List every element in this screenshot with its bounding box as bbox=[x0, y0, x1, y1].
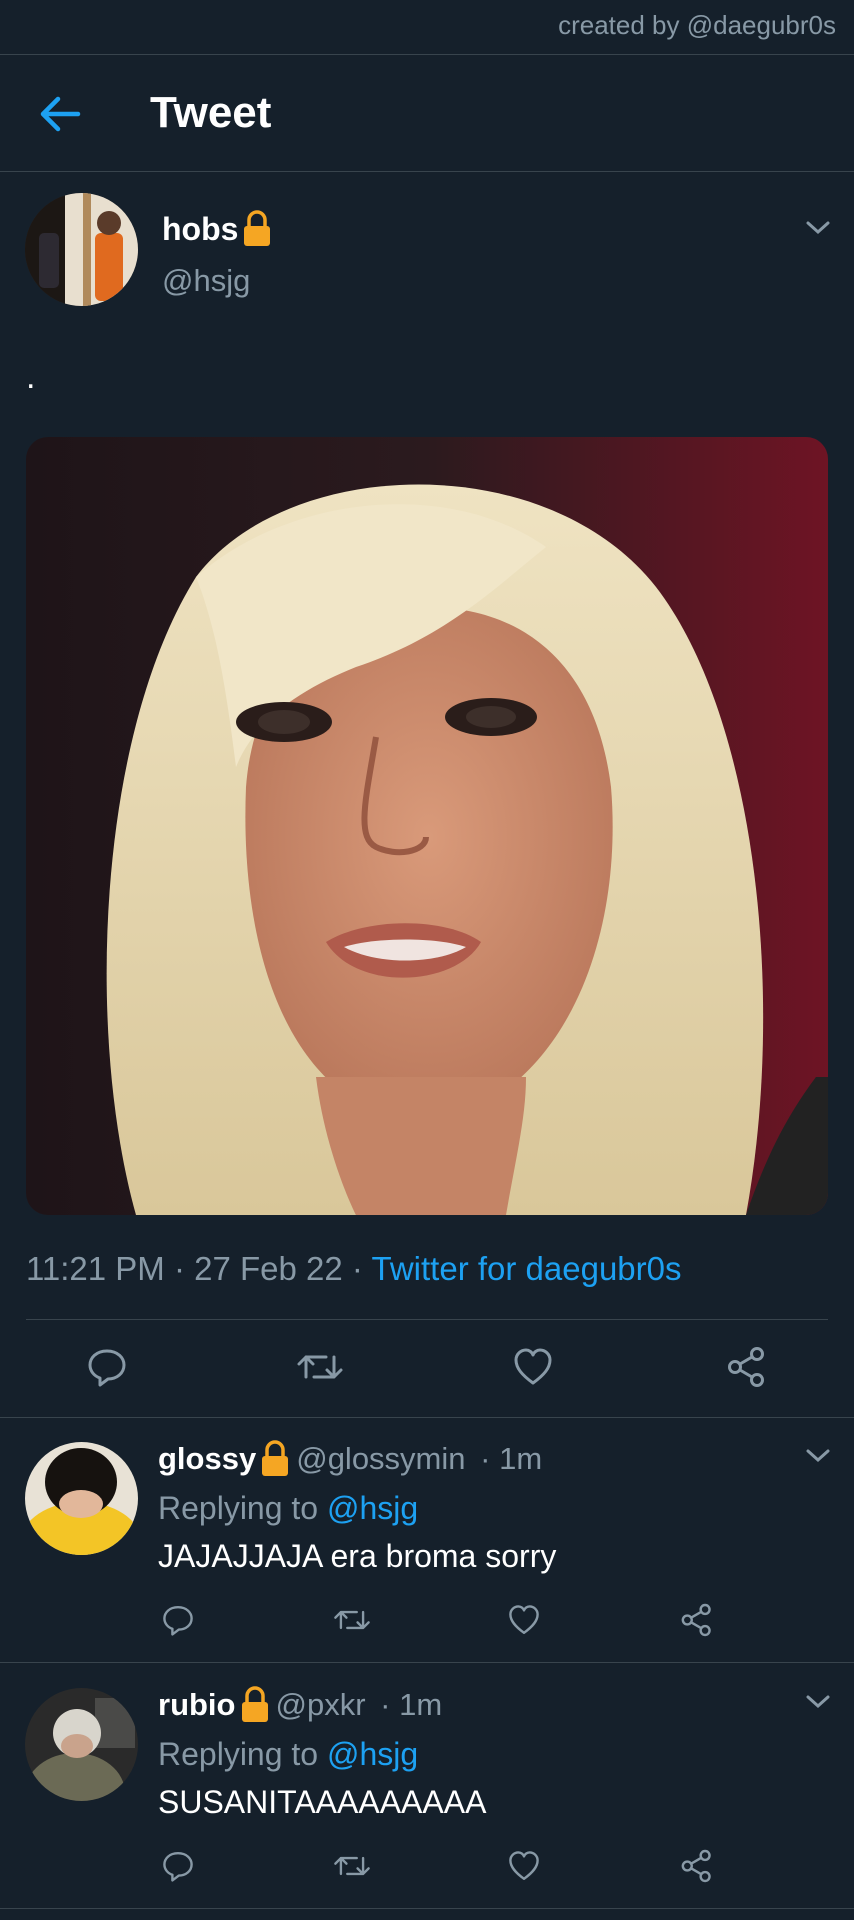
reply-author-name[interactable]: rubio bbox=[158, 1687, 236, 1723]
divider bbox=[0, 1908, 854, 1909]
share-icon[interactable] bbox=[680, 1603, 714, 1637]
share-icon[interactable] bbox=[726, 1346, 768, 1388]
like-icon[interactable] bbox=[507, 1850, 541, 1882]
avatar[interactable] bbox=[25, 193, 138, 306]
divider bbox=[0, 1662, 854, 1663]
tweet-date: 27 Feb 22 bbox=[194, 1250, 343, 1287]
reply-author-handle[interactable]: @pxkr bbox=[276, 1687, 366, 1723]
chevron-down-icon[interactable] bbox=[803, 1446, 833, 1466]
lock-icon bbox=[241, 1686, 268, 1722]
retweet-icon[interactable] bbox=[333, 1850, 371, 1882]
reply-text: JAJAJJAJA era broma sorry bbox=[158, 1538, 557, 1574]
reply-author-handle[interactable]: @glossymin bbox=[296, 1441, 465, 1477]
reply-text: SUSANITAAAAAAAAA bbox=[158, 1784, 487, 1820]
watermark-credit: created by @daegubr0s bbox=[558, 10, 836, 40]
lock-icon bbox=[262, 1440, 289, 1476]
replying-to: Replying to @hsjg bbox=[158, 1736, 419, 1772]
divider bbox=[26, 1319, 828, 1320]
divider bbox=[0, 1417, 854, 1418]
chevron-down-icon[interactable] bbox=[803, 218, 833, 238]
share-icon[interactable] bbox=[680, 1849, 714, 1883]
divider bbox=[0, 171, 854, 172]
tweet-media[interactable] bbox=[26, 437, 828, 1215]
retweet-icon[interactable] bbox=[296, 1347, 344, 1387]
back-button[interactable] bbox=[38, 96, 82, 132]
arrow-left-icon bbox=[40, 96, 81, 132]
reply-icon[interactable] bbox=[161, 1850, 195, 1882]
author-name-text: hobs bbox=[162, 210, 239, 247]
reply-time: 1m bbox=[499, 1441, 543, 1476]
reply-header: glossy @glossymin · 1m bbox=[158, 1440, 543, 1477]
retweet-icon[interactable] bbox=[333, 1604, 371, 1636]
like-icon[interactable] bbox=[512, 1347, 554, 1387]
divider bbox=[0, 54, 854, 55]
reply-icon[interactable] bbox=[86, 1347, 128, 1387]
like-icon[interactable] bbox=[507, 1604, 541, 1636]
reply-time: 1m bbox=[399, 1687, 443, 1722]
tweet-text: . bbox=[26, 358, 36, 396]
author-name[interactable]: hobs bbox=[162, 210, 272, 248]
tweet-source-link[interactable]: Twitter for daegubr0s bbox=[372, 1250, 682, 1287]
lock-icon bbox=[244, 210, 271, 246]
mention-link[interactable]: @hsjg bbox=[327, 1490, 418, 1526]
replying-to: Replying to @hsjg bbox=[158, 1490, 419, 1526]
chevron-down-icon[interactable] bbox=[803, 1692, 833, 1712]
author-handle[interactable]: @hsjg bbox=[162, 263, 250, 299]
page-title: Tweet bbox=[150, 88, 272, 137]
tweet-meta: 11:21 PM · 27 Feb 22 · Twitter for daegu… bbox=[26, 1250, 682, 1287]
reply-icon[interactable] bbox=[161, 1604, 195, 1636]
mention-link[interactable]: @hsjg bbox=[327, 1736, 418, 1772]
avatar[interactable] bbox=[25, 1442, 138, 1555]
reply-author-name[interactable]: glossy bbox=[158, 1441, 256, 1477]
tweet-time: 11:21 PM bbox=[26, 1250, 165, 1287]
reply-header: rubio @pxkr · 1m bbox=[158, 1686, 443, 1723]
avatar[interactable] bbox=[25, 1688, 138, 1801]
